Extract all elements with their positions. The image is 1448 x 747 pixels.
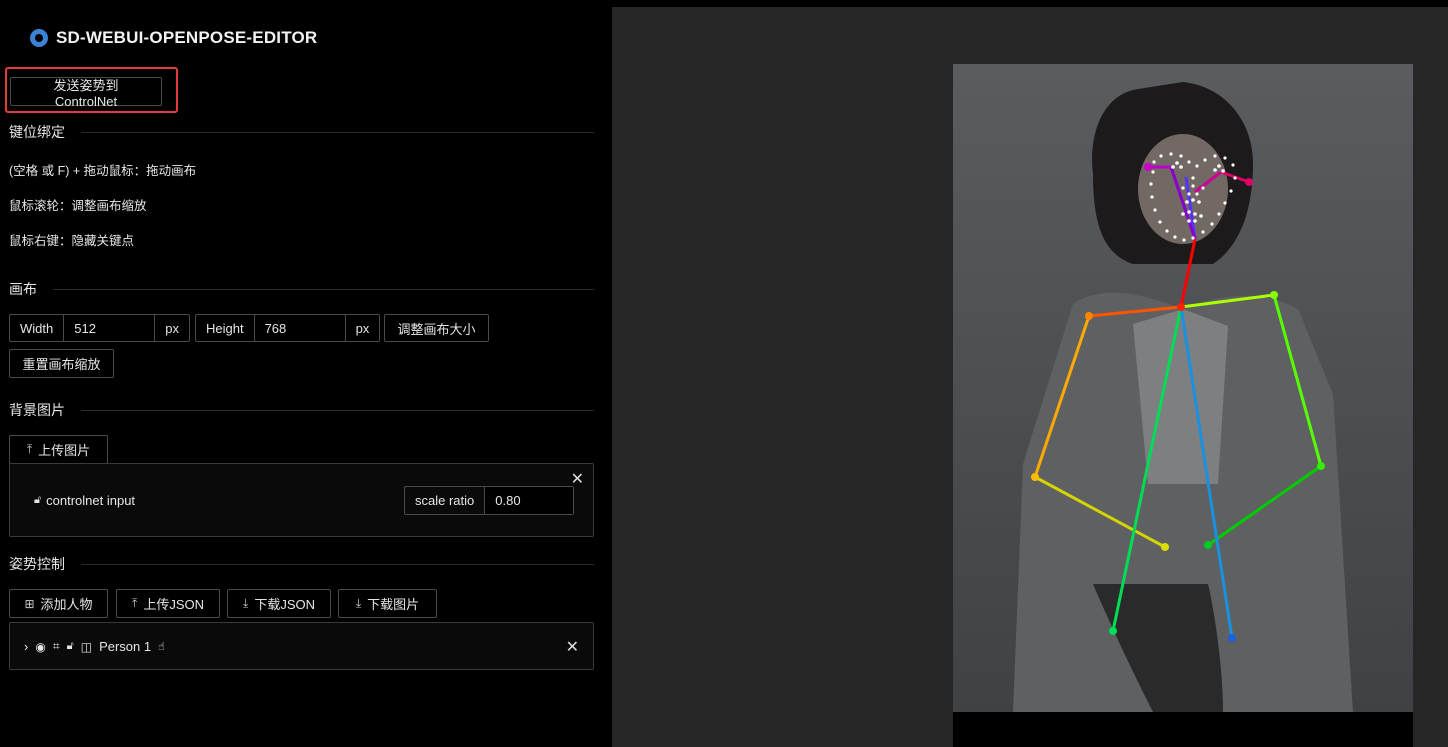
background-item-label: controlnet input <box>46 493 136 508</box>
download-image-button[interactable]: ⤓ 下载图片 <box>338 589 437 618</box>
background-heading: 背景图片 <box>9 402 65 418</box>
upload-image-label: 上传图片 <box>38 443 91 458</box>
width-input-group: Width px <box>9 314 190 342</box>
joint-right-wrist <box>1161 543 1169 551</box>
keybind-heading: 键位绑定 <box>9 124 65 140</box>
height-label: Height <box>196 315 255 341</box>
height-unit: px <box>344 315 380 341</box>
canvas-bottom-strip <box>953 712 1413 747</box>
joint-left-ear <box>1245 178 1253 186</box>
lock-icon[interactable]: 🔓︎ <box>67 640 74 653</box>
joint-right-ear <box>1144 163 1152 171</box>
keybind-line-1: (空格 或 F) + 拖动鼠标：拖动画布 <box>9 164 197 178</box>
person-name: Person 1 <box>99 639 152 654</box>
joint-left-elbow <box>1317 462 1325 470</box>
keybind-line-2: 鼠标滚轮：调整画布缩放 <box>9 199 147 213</box>
add-person-button[interactable]: ⊞ 添加人物 <box>9 589 108 618</box>
height-input-group: Height px <box>195 314 381 342</box>
plus-square-icon: ⊞ <box>24 596 35 611</box>
flip-icon[interactable]: ◫ <box>81 640 92 654</box>
download-icon: ⤓ <box>355 596 362 610</box>
github-icon <box>30 29 48 47</box>
app-title[interactable]: SD-WEBUI-OPENPOSE-EDITOR <box>30 28 317 48</box>
width-input[interactable] <box>64 315 155 341</box>
close-icon[interactable]: ✕ <box>566 637 579 657</box>
divider <box>81 131 594 133</box>
width-label: Width <box>10 315 65 341</box>
scale-ratio-group: scale ratio <box>404 486 575 515</box>
add-person-label: 添加人物 <box>40 597 93 612</box>
app-title-text: SD-WEBUI-OPENPOSE-EDITOR <box>56 28 318 47</box>
background-photo[interactable] <box>953 64 1413 712</box>
download-icon: ⤓ <box>243 596 249 610</box>
keybind-section-header: 键位绑定 <box>9 122 594 142</box>
divider <box>53 288 594 290</box>
upload-icon: ⤒ <box>132 596 138 610</box>
width-unit: px <box>154 315 189 341</box>
divider <box>81 563 594 565</box>
joint-left-hip <box>1228 634 1236 642</box>
joint-right-elbow <box>1031 473 1039 481</box>
joint-right-shoulder <box>1085 312 1093 320</box>
shirt-shape <box>1133 309 1228 484</box>
background-section-header: 背景图片 <box>9 400 594 420</box>
sidebar-panel: SD-WEBUI-OPENPOSE-EDITOR 发送姿势到ControlNet… <box>0 0 604 747</box>
pose-section-header: 姿势控制 <box>9 554 594 574</box>
download-json-button[interactable]: ⤓ 下载JSON <box>227 589 331 618</box>
scale-ratio-input[interactable] <box>485 487 574 514</box>
close-icon[interactable]: ✕ <box>571 469 584 489</box>
canvas-section-header: 画布 <box>9 279 594 299</box>
lock-icon[interactable]: 🔓︎ <box>34 494 41 507</box>
upload-image-button[interactable]: ⤒ 上传图片 <box>9 435 108 464</box>
joint-left-wrist <box>1204 541 1212 549</box>
joint-right-hip <box>1109 627 1117 635</box>
height-input[interactable] <box>254 315 345 341</box>
background-item-name: 🔓︎ controlnet input <box>34 493 135 508</box>
canvas-area[interactable] <box>612 7 1448 747</box>
canvas-heading: 画布 <box>9 281 37 297</box>
joint-neck <box>1177 303 1185 311</box>
chevron-right-icon[interactable]: › <box>24 639 28 654</box>
joint-left-shoulder <box>1270 291 1278 299</box>
keybind-line-3: 鼠标右键：隐藏关键点 <box>9 234 135 248</box>
background-image-item: 🔓︎ controlnet input scale ratio ✕ <box>9 463 594 537</box>
reset-zoom-button[interactable]: 重置画布缩放 <box>9 349 114 378</box>
eye-icon[interactable]: ◉ <box>35 640 45 654</box>
download-json-label: 下载JSON <box>254 597 315 612</box>
person-item: › ◉ ⌗ 🔓︎ ◫ Person 1 ☝︎ ✕ <box>9 622 594 670</box>
resize-canvas-button[interactable]: 调整画布大小 <box>384 314 489 342</box>
send-to-controlnet-button[interactable]: 发送姿势到ControlNet <box>10 77 162 109</box>
pose-canvas[interactable] <box>953 64 1413 712</box>
download-image-label: 下载图片 <box>367 597 420 612</box>
pose-heading: 姿势控制 <box>9 556 65 572</box>
upload-icon: ⤒ <box>26 442 33 456</box>
upload-json-button[interactable]: ⤒ 上传JSON <box>116 589 220 618</box>
upload-json-label: 上传JSON <box>143 597 204 612</box>
divider <box>81 409 594 411</box>
hand-icon[interactable]: ☝︎ <box>158 640 165 653</box>
scale-ratio-label: scale ratio <box>405 487 486 514</box>
focus-icon[interactable]: ⌗ <box>53 639 60 654</box>
